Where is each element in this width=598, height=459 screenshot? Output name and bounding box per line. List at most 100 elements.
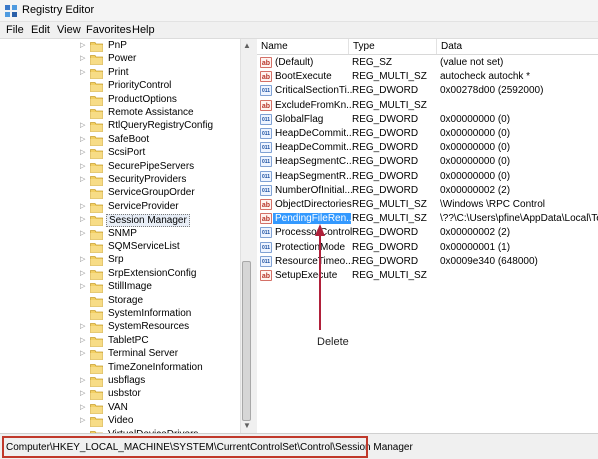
value-row[interactable]: 011 CriticalSectionTi... REG_DWORD 0x00278d… bbox=[257, 84, 598, 98]
tree-scrollbar[interactable]: ▲ ▼ bbox=[240, 39, 252, 433]
column-header-type[interactable]: Type bbox=[349, 39, 437, 54]
tree-item[interactable]: Storage bbox=[0, 295, 240, 308]
status-bar: Computer\HKEY_LOCAL_MACHINE\SYSTEM\Curre… bbox=[0, 433, 598, 459]
menu-file[interactable]: File bbox=[6, 24, 24, 36]
binary-value-icon: 011 bbox=[260, 156, 272, 168]
expand-arrow-icon[interactable]: ▷ bbox=[80, 282, 85, 290]
tree-item[interactable]: ▷ Srp bbox=[0, 254, 240, 267]
value-row[interactable]: ab ExcludeFromKn... REG_MULTI_SZ bbox=[257, 99, 598, 113]
value-row[interactable]: 011 HeapDeCommit... REG_DWORD 0x00000000 (0… bbox=[257, 141, 598, 155]
expand-arrow-icon[interactable]: ▷ bbox=[80, 416, 85, 424]
value-row[interactable]: ab ObjectDirectories REG_MULTI_SZ \Windows … bbox=[257, 198, 598, 212]
expand-arrow-icon[interactable]: ▷ bbox=[80, 121, 85, 129]
tree-item-label: Srp bbox=[108, 254, 124, 266]
column-header-name[interactable]: Name bbox=[257, 39, 349, 54]
tree-item[interactable]: ▷ ServiceProvider bbox=[0, 201, 240, 214]
registry-tree[interactable]: ▷ PnP ▷ Power ▷ Print PriorityControl ProductOp… bbox=[0, 39, 252, 433]
tree-item[interactable]: ▷ VAN bbox=[0, 402, 240, 415]
menu-view[interactable]: View bbox=[57, 24, 81, 36]
tree-item[interactable]: SQMServiceList bbox=[0, 241, 240, 254]
value-row[interactable]: ab BootExecute REG_MULTI_SZ autocheck autoc… bbox=[257, 70, 598, 84]
menu-bar: File Edit View Favorites Help bbox=[0, 22, 598, 39]
expand-arrow-icon[interactable]: ▷ bbox=[80, 255, 85, 263]
tree-item[interactable]: ▷ Print bbox=[0, 67, 240, 80]
value-data: 0x00000001 (1) bbox=[440, 241, 511, 253]
value-row[interactable]: 011 HeapSegmentR... REG_DWORD 0x00000000 (0… bbox=[257, 170, 598, 184]
column-header-data[interactable]: Data bbox=[437, 39, 598, 54]
tree-item[interactable]: ▷ SecurityProviders bbox=[0, 174, 240, 187]
expand-arrow-icon[interactable]: ▷ bbox=[80, 41, 85, 49]
expand-arrow-icon[interactable]: ▷ bbox=[80, 148, 85, 156]
value-name: BootExecute bbox=[275, 71, 332, 83]
value-data: 0x0009e340 (648000) bbox=[440, 255, 538, 267]
tree-item[interactable]: TimeZoneInformation bbox=[0, 362, 240, 375]
tree-item-label: Storage bbox=[108, 294, 144, 306]
menu-favorites[interactable]: Favorites bbox=[86, 24, 131, 36]
binary-value-icon: 011 bbox=[260, 142, 272, 154]
value-row[interactable]: 011 ProcessorControl REG_DWORD 0x00000002 (… bbox=[257, 226, 598, 240]
menu-help[interactable]: Help bbox=[132, 24, 155, 36]
folder-icon bbox=[90, 68, 103, 79]
values-list[interactable]: Name Type Data ab (Default) REG_SZ (value n… bbox=[257, 39, 598, 433]
expand-arrow-icon[interactable]: ▷ bbox=[80, 229, 85, 237]
expand-arrow-icon[interactable]: ▷ bbox=[80, 376, 85, 384]
value-row[interactable]: 011 HeapSegmentC... REG_DWORD 0x00000000 (0… bbox=[257, 155, 598, 169]
folder-icon bbox=[90, 202, 103, 213]
expand-arrow-icon[interactable]: ▷ bbox=[80, 336, 85, 344]
folder-icon bbox=[90, 109, 103, 119]
expand-arrow-icon[interactable]: ▷ bbox=[80, 175, 85, 183]
tree-item[interactable]: ▷ SafeBoot bbox=[0, 134, 240, 147]
value-row[interactable]: ab SetupExecute REG_MULTI_SZ bbox=[257, 269, 598, 283]
expand-arrow-icon[interactable]: ▷ bbox=[80, 68, 85, 76]
tree-item[interactable]: ▷ usbflags bbox=[0, 375, 240, 388]
tree-item[interactable]: ▷ SNMP bbox=[0, 228, 240, 241]
scroll-thumb[interactable] bbox=[242, 261, 251, 421]
value-row[interactable]: ab PendingFileRen... REG_MULTI_SZ \??\C:\Us… bbox=[257, 212, 598, 226]
string-value-icon: ab bbox=[260, 199, 272, 210]
tree-item-label: Video bbox=[108, 415, 134, 427]
tree-item[interactable]: ▷ Session Manager bbox=[0, 214, 240, 228]
tree-item[interactable]: ▷ ScsiPort bbox=[0, 147, 240, 160]
expand-arrow-icon[interactable]: ▷ bbox=[80, 403, 85, 411]
value-row[interactable]: 011 NumberOfInitial... REG_DWORD 0x00000002… bbox=[257, 184, 598, 198]
expand-arrow-icon[interactable]: ▷ bbox=[80, 135, 85, 143]
value-data: 0x00000000 (0) bbox=[440, 156, 511, 168]
value-row[interactable]: 011 HeapDeCommit... REG_DWORD 0x00000000 (0… bbox=[257, 127, 598, 141]
tree-item[interactable]: ProductOptions bbox=[0, 94, 240, 107]
tree-item[interactable]: ▷ Power bbox=[0, 53, 240, 66]
tree-item[interactable]: ▷ RtlQueryRegistryConfig bbox=[0, 120, 240, 133]
tree-item[interactable]: SystemInformation bbox=[0, 308, 240, 321]
tree-item[interactable]: ServiceGroupOrder bbox=[0, 187, 240, 200]
scroll-up-arrow-icon[interactable]: ▲ bbox=[243, 41, 251, 50]
folder-icon bbox=[90, 269, 103, 280]
value-row[interactable]: ab (Default) REG_SZ (value not set) bbox=[257, 56, 598, 70]
value-row[interactable]: 011 ResourceTimeo... REG_DWORD 0x0009e340 (… bbox=[257, 255, 598, 269]
expand-arrow-icon[interactable]: ▷ bbox=[80, 322, 85, 330]
value-row[interactable]: 011 ProtectionMode REG_DWORD 0x00000001 (1) bbox=[257, 241, 598, 255]
tree-item[interactable]: ▷ Terminal Server bbox=[0, 348, 240, 361]
menu-edit[interactable]: Edit bbox=[31, 24, 50, 36]
expand-arrow-icon[interactable]: ▷ bbox=[80, 162, 85, 170]
tree-item[interactable]: ▷ StillImage bbox=[0, 281, 240, 294]
tree-item[interactable]: ▷ SecurePipeServers bbox=[0, 161, 240, 174]
tree-item[interactable]: ▷ Video bbox=[0, 415, 240, 428]
expand-arrow-icon[interactable]: ▷ bbox=[80, 389, 85, 397]
tree-item[interactable]: Remote Assistance bbox=[0, 107, 240, 120]
tree-item-label: SrpExtensionConfig bbox=[108, 267, 197, 279]
tree-item[interactable]: PriorityControl bbox=[0, 80, 240, 93]
scroll-down-arrow-icon[interactable]: ▼ bbox=[243, 421, 251, 430]
tree-item-label: SecurityProviders bbox=[108, 174, 187, 185]
binary-value-icon: 011 bbox=[260, 128, 272, 139]
tree-item[interactable]: ▷ SrpExtensionConfig bbox=[0, 268, 240, 281]
expand-arrow-icon[interactable]: ▷ bbox=[80, 349, 85, 357]
tree-item[interactable]: ▷ TabletPC bbox=[0, 335, 240, 348]
expand-arrow-icon[interactable]: ▷ bbox=[80, 54, 85, 62]
expand-arrow-icon[interactable]: ▷ bbox=[80, 202, 85, 210]
tree-item[interactable]: ▷ usbstor bbox=[0, 388, 240, 401]
expand-arrow-icon[interactable]: ▷ bbox=[80, 269, 85, 277]
tree-item[interactable]: ▷ SystemResources bbox=[0, 321, 240, 334]
tree-item[interactable]: ▷ PnP bbox=[0, 40, 240, 53]
expand-arrow-icon[interactable]: ▷ bbox=[80, 215, 85, 223]
value-row[interactable]: 011 GlobalFlag REG_DWORD 0x00000000 (0) bbox=[257, 113, 598, 127]
folder-icon bbox=[90, 310, 103, 320]
